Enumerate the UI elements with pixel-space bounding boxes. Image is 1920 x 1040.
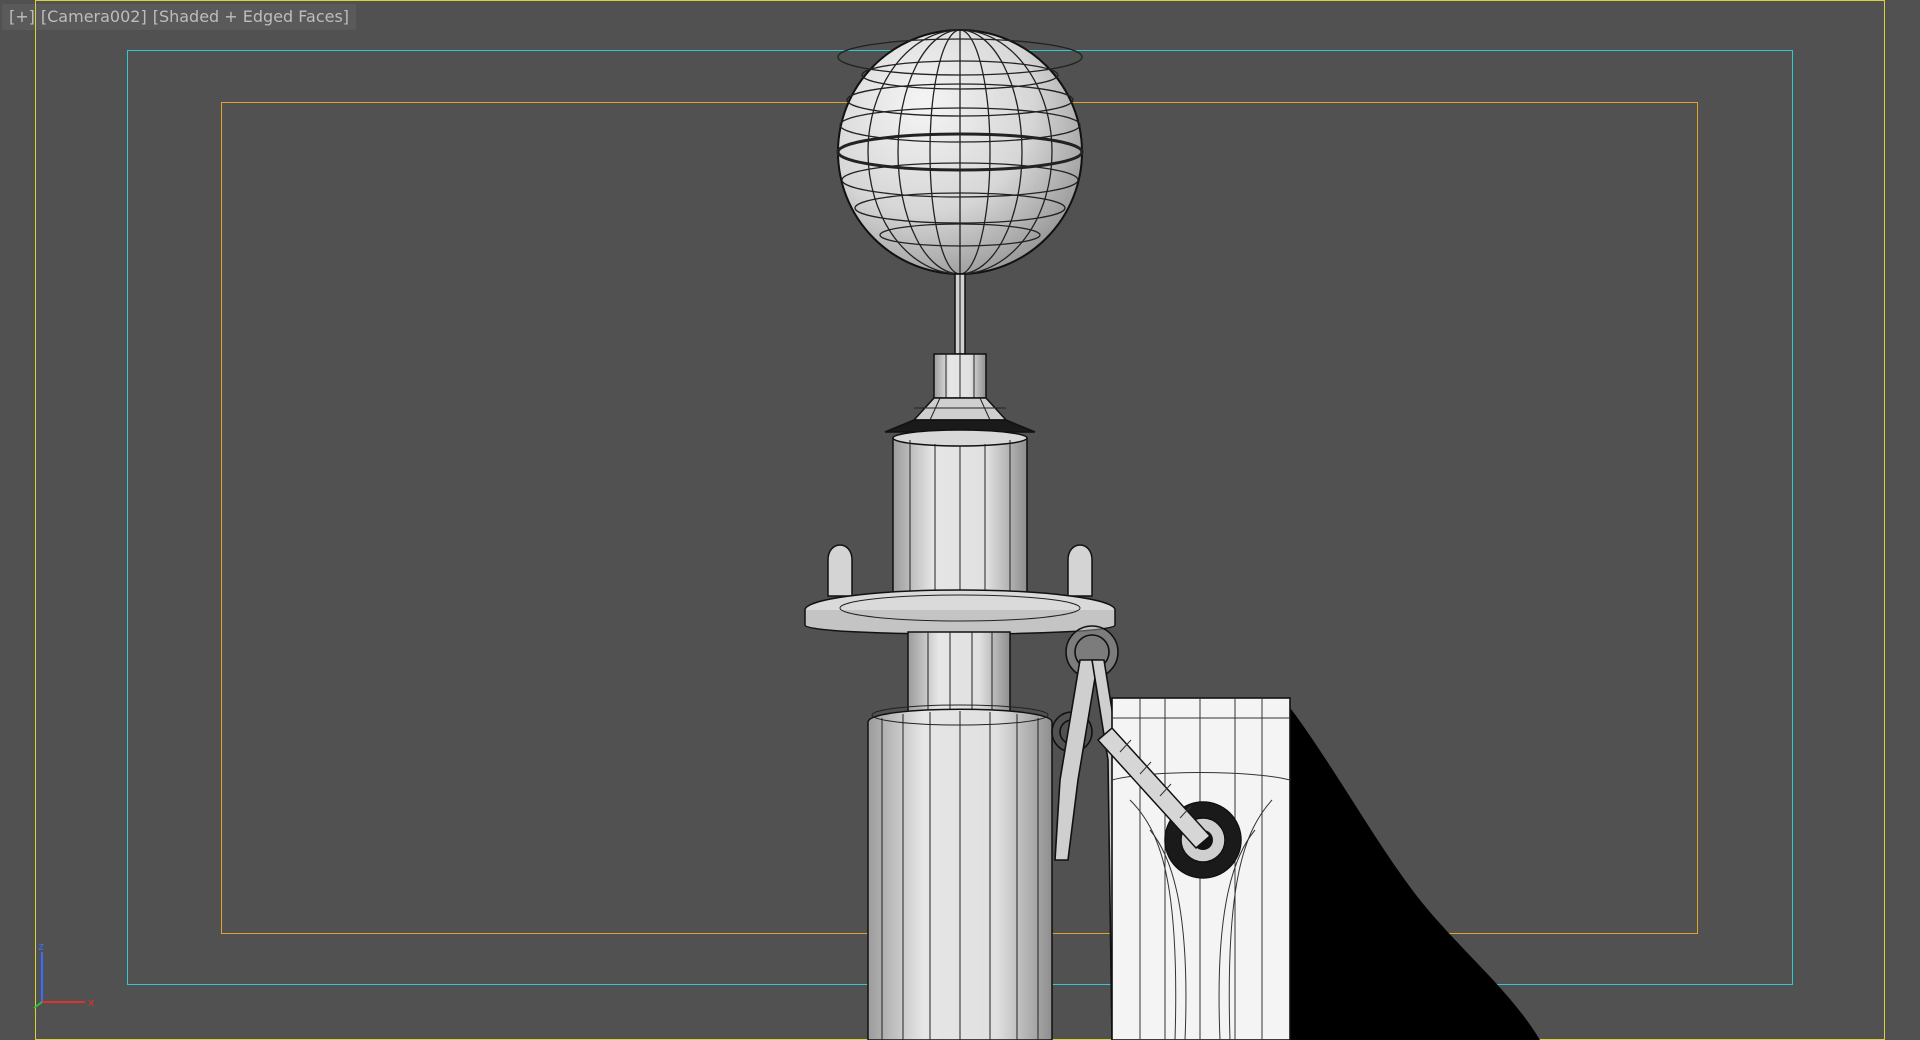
x-axis-label: x: [88, 996, 95, 1009]
upper-cylinder: [892, 429, 1028, 599]
y-axis-line: [33, 1001, 43, 1009]
axis-gizmo: z x: [33, 940, 95, 1009]
globe-sphere: [836, 29, 1084, 275]
globe-stem: [954, 273, 966, 355]
disc-ring: [804, 589, 1116, 635]
z-axis-label: z: [38, 940, 44, 953]
object-shadow: [1288, 705, 1540, 1040]
pump-body: [867, 704, 1053, 1040]
neck-cylinder: [907, 631, 1011, 713]
scene-model[interactable]: [0, 0, 1920, 1040]
top-cap: [884, 353, 1036, 433]
nozzle-holder: [1111, 697, 1291, 1040]
perspective-viewport[interactable]: [+] [Camera002] [Shaded + Edged Faces] z…: [0, 0, 1920, 1040]
